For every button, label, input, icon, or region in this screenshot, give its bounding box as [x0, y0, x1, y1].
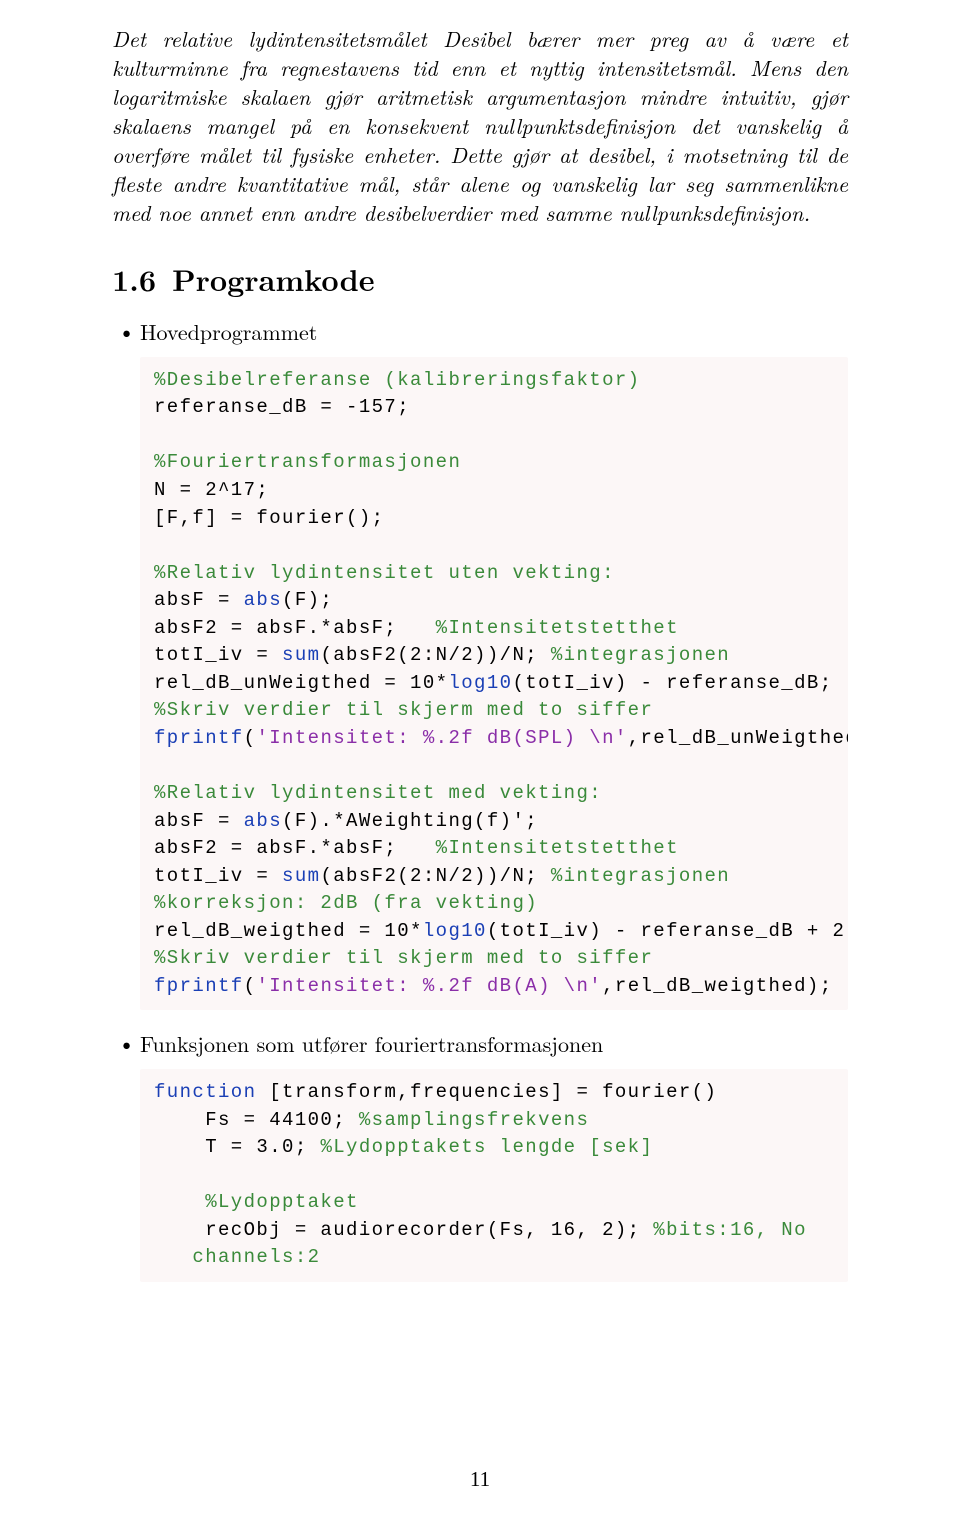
code-keyword: function [154, 1081, 256, 1103]
code-keyword: abs [244, 810, 282, 832]
code-line: totI_iv = [154, 865, 282, 887]
paragraph-intro: Det relative lydintensitetsmålet Desibel… [112, 24, 848, 227]
code-line: T = 3.0; [154, 1136, 320, 1158]
code-comment: channels:2 [154, 1246, 320, 1268]
code-comment: %integrasjonen [551, 865, 730, 887]
page: Det relative lydintensitetsmålet Desibel… [0, 0, 960, 1518]
code-line: absF = [154, 810, 244, 832]
code-comment: %Fouriertransformasjonen [154, 451, 461, 473]
code-string: 'Intensitet: %.2f dB(A) \n' [256, 975, 602, 997]
code-keyword: fprintf [154, 975, 244, 997]
code-string: 'Intensitet: %.2f dB(SPL) \n' [256, 727, 627, 749]
section-number: 1.6 [112, 257, 156, 300]
code-comment: %Skriv verdier til skjerm med to siffer [154, 699, 653, 721]
list-item: Hovedprogrammet %Desibelreferanse (kalib… [112, 318, 848, 1010]
list-item: Funksjonen som utfører fouriertransforma… [112, 1030, 848, 1281]
code-comment: %Desibelreferanse (kalibreringsfaktor) [154, 369, 640, 391]
code-keyword: sum [282, 644, 320, 666]
code-line: (F); [282, 589, 333, 611]
code-comment: %Relativ lydintensitet uten vekting: [154, 562, 615, 584]
section-heading: 1.6 Programkode [112, 257, 848, 300]
code-line: ,rel_dB_unWeigthed); [628, 727, 848, 749]
bullet-list: Hovedprogrammet %Desibelreferanse (kalib… [112, 318, 848, 1282]
section-title: Programkode [172, 257, 374, 300]
code-line: [F,f] = fourier(); [154, 507, 384, 529]
page-number: 11 [0, 1467, 960, 1492]
code-line: absF = [154, 589, 244, 611]
code-comment: %bits:16, No [653, 1219, 807, 1241]
code-line: rel_dB_weigthed = 10* [154, 920, 423, 942]
code-keyword: abs [244, 589, 282, 611]
code-line: ,rel_dB_weigthed); [602, 975, 832, 997]
item-label-fourier-function: Funksjonen som utfører fouriertransforma… [140, 1030, 848, 1059]
code-line: recObj = audiorecorder(Fs, 16, 2); [154, 1219, 653, 1241]
code-keyword: sum [282, 865, 320, 887]
code-line: Fs = 44100; [154, 1109, 359, 1131]
code-line: [transform,frequencies] = fourier() [256, 1081, 717, 1103]
item-label-main-program: Hovedprogrammet [140, 318, 848, 347]
code-line: (absF2(2:N/2))/N; [320, 644, 550, 666]
code-line: rel_dB_unWeigthed = 10* [154, 672, 448, 694]
code-keyword: log10 [448, 672, 512, 694]
code-line: (totI_iv) - referanse_dB; [512, 672, 832, 694]
code-comment: %samplingsfrekvens [359, 1109, 589, 1131]
code-comment: %Intensitetstetthet [436, 837, 679, 859]
code-keyword: log10 [423, 920, 487, 942]
code-block-fourier: function [transform,frequencies] = fouri… [140, 1069, 848, 1282]
code-line: absF2 = absF.*absF; [154, 837, 436, 859]
code-comment: %Skriv verdier til skjerm med to siffer [154, 947, 653, 969]
code-comment: %korreksjon: 2dB (fra vekting) [154, 892, 538, 914]
code-line: (absF2(2:N/2))/N; [320, 865, 550, 887]
code-comment: %Intensitetstetthet [436, 617, 679, 639]
code-line: (totI_iv) - referanse_dB + 2.0; [487, 920, 848, 942]
code-line: (F).*AWeighting(f)'; [282, 810, 538, 832]
code-comment: %integrasjonen [551, 644, 730, 666]
code-keyword: fprintf [154, 727, 244, 749]
code-line: ( [244, 727, 257, 749]
code-comment: %Lydopptakets lengde [sek] [320, 1136, 653, 1158]
code-line: absF2 = absF.*absF; [154, 617, 436, 639]
code-block-main: %Desibelreferanse (kalibreringsfaktor) r… [140, 357, 848, 1011]
code-line: referanse_dB = -157; [154, 396, 410, 418]
code-line: N = 2^17; [154, 479, 269, 501]
code-comment: %Relativ lydintensitet med vekting: [154, 782, 602, 804]
code-line: ( [244, 975, 257, 997]
code-comment: %Lydopptaket [154, 1191, 359, 1213]
code-line: totI_iv = [154, 644, 282, 666]
